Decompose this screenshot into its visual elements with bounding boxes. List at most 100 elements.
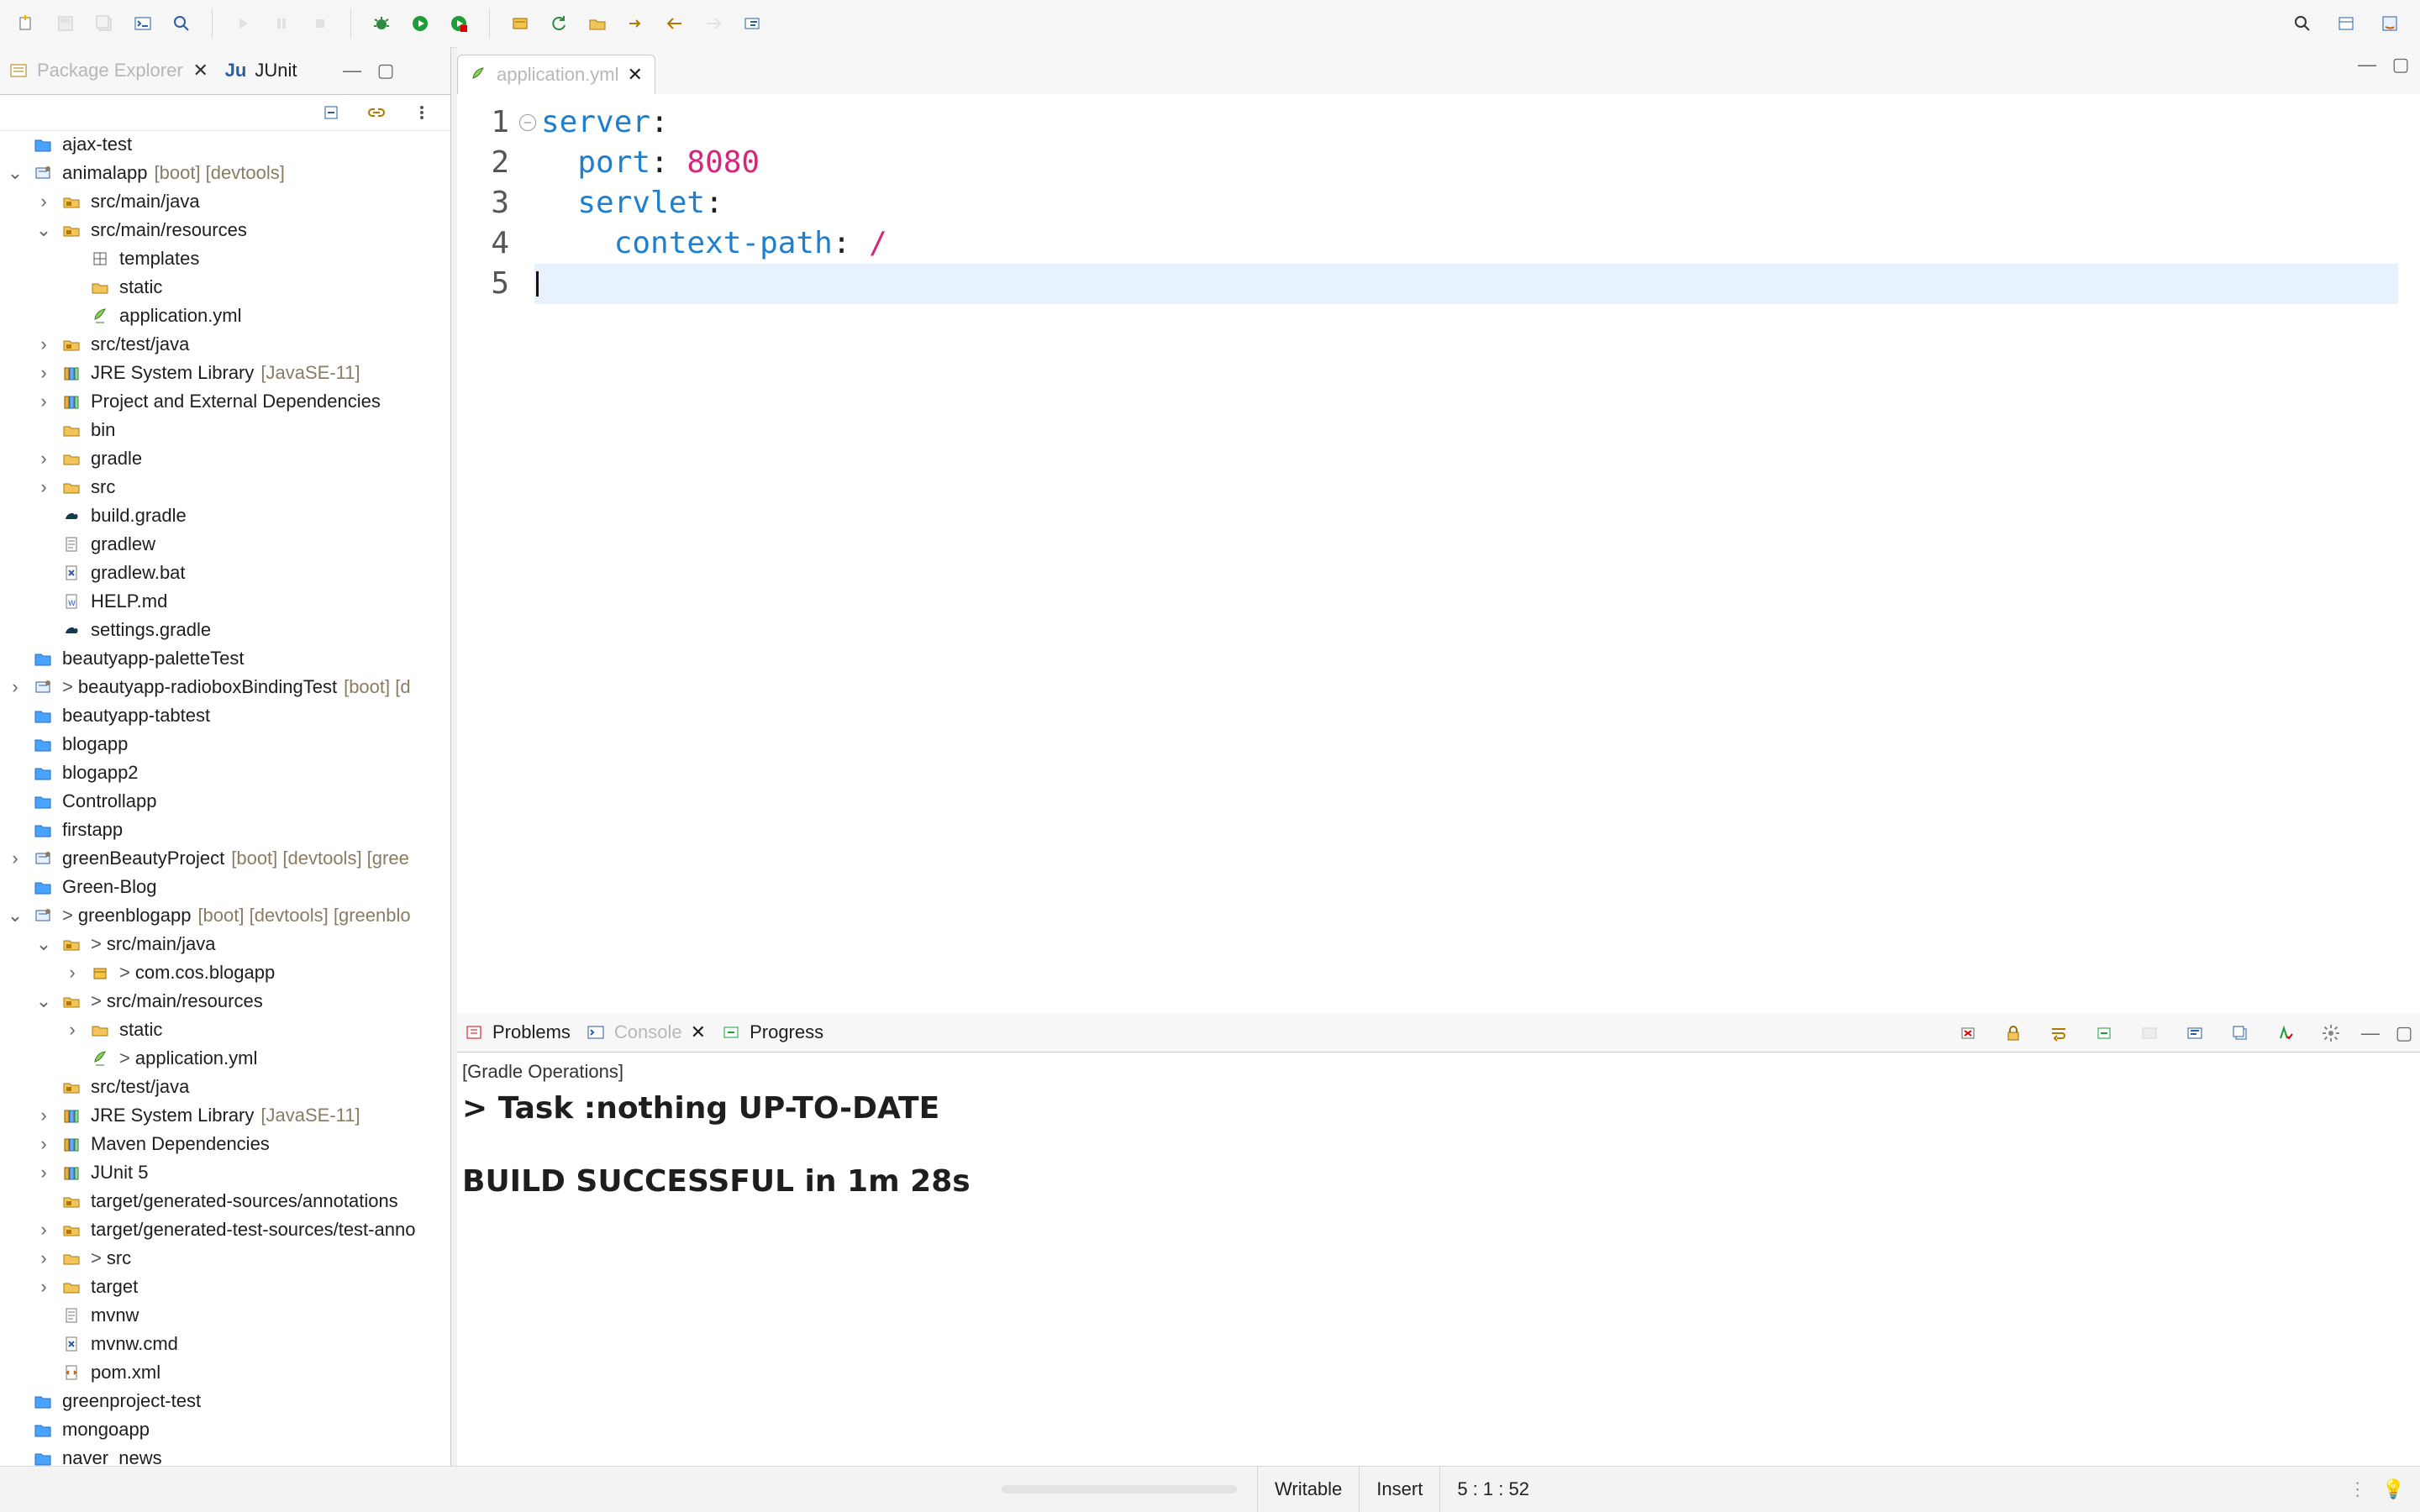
tree-row[interactable]: application.yml bbox=[5, 302, 450, 330]
tree-row[interactable]: › JRE System Library [JavaSE-11] bbox=[5, 359, 450, 387]
run-control-button[interactable] bbox=[228, 8, 258, 39]
open-type-button[interactable] bbox=[505, 8, 535, 39]
tree-row[interactable]: settings.gradle bbox=[5, 616, 450, 644]
chevron-right-icon[interactable]: › bbox=[34, 448, 54, 469]
chevron-down-icon[interactable]: ⌄ bbox=[34, 933, 54, 954]
tree-row[interactable]: pom.xml bbox=[5, 1358, 450, 1387]
open-folder-button[interactable] bbox=[582, 8, 613, 39]
code-editor[interactable]: 1– server: 2 port: 8080 3 servlet: 4 context… bbox=[457, 94, 2420, 1014]
tree-row[interactable]: gradlew bbox=[5, 530, 450, 559]
tree-row[interactable]: ⌄ src/main/resources bbox=[5, 216, 450, 244]
pin-button[interactable] bbox=[737, 8, 767, 39]
tree-row[interactable]: › greenBeautyProject [boot] [devtools] [gr… bbox=[5, 844, 450, 873]
tree-row[interactable]: bin bbox=[5, 416, 450, 444]
chevron-right-icon[interactable]: › bbox=[34, 476, 54, 497]
chevron-down-icon[interactable]: ⌄ bbox=[5, 162, 25, 183]
tree-row[interactable]: mvnw.cmd bbox=[5, 1330, 450, 1358]
chevron-right-icon[interactable]: › bbox=[34, 362, 54, 383]
tree-row[interactable]: ⌄ > greenblogapp [boot] [devtools] [greenbl… bbox=[5, 901, 450, 930]
run-with-options-button[interactable] bbox=[444, 8, 474, 39]
tree-row[interactable]: › target bbox=[5, 1273, 450, 1301]
tree-row[interactable]: beautyapp-tabtest bbox=[5, 701, 450, 730]
display-selected-console-button[interactable] bbox=[2134, 1018, 2165, 1048]
tree-row[interactable]: greenproject-test bbox=[5, 1387, 450, 1415]
perspective-button[interactable] bbox=[2331, 8, 2361, 39]
tree-row[interactable]: › > com.cos.blogapp bbox=[5, 958, 450, 987]
tree-row[interactable]: ⌄ > src/main/resources bbox=[5, 987, 450, 1016]
terminal-button[interactable] bbox=[128, 8, 158, 39]
chevron-right-icon[interactable]: › bbox=[34, 1219, 54, 1240]
forward-button[interactable] bbox=[698, 8, 729, 39]
scroll-lock-button[interactable] bbox=[1998, 1018, 2028, 1048]
tree-row[interactable]: templates bbox=[5, 244, 450, 273]
tree-row[interactable]: naver_news bbox=[5, 1444, 450, 1467]
tree-row[interactable]: W HELP.md bbox=[5, 587, 450, 616]
tree-row[interactable]: › JRE System Library [JavaSE-11] bbox=[5, 1101, 450, 1130]
copy-button[interactable] bbox=[2225, 1018, 2255, 1048]
tree-row[interactable]: mongoapp bbox=[5, 1415, 450, 1444]
tree-row[interactable]: › JUnit 5 bbox=[5, 1158, 450, 1187]
tree-row[interactable]: gradlew.bat bbox=[5, 559, 450, 587]
chevron-right-icon[interactable]: › bbox=[34, 1162, 54, 1183]
chevron-right-icon[interactable]: › bbox=[34, 1247, 54, 1268]
tree-row[interactable]: › target/generated-test-sources/test-anno bbox=[5, 1215, 450, 1244]
tab-problems[interactable]: Problems bbox=[464, 1021, 571, 1043]
run-button[interactable] bbox=[405, 8, 435, 39]
navigate-button[interactable] bbox=[621, 8, 651, 39]
tree-row[interactable]: › src/test/java bbox=[5, 330, 450, 359]
chevron-down-icon[interactable]: ⌄ bbox=[34, 219, 54, 240]
chevron-right-icon[interactable]: › bbox=[34, 391, 54, 412]
chevron-down-icon[interactable]: ⌄ bbox=[5, 905, 25, 926]
console-output[interactable]: [Gradle Operations] > Task :nothing UP-T… bbox=[457, 1053, 2420, 1199]
tree-row[interactable]: ⌄ > src/main/java bbox=[5, 930, 450, 958]
tree-row[interactable]: › src/main/java bbox=[5, 187, 450, 216]
chevron-right-icon[interactable]: › bbox=[34, 1133, 54, 1154]
tree-row[interactable]: ⌄ animalapp [boot] [devtools] bbox=[5, 159, 450, 187]
refresh-button[interactable] bbox=[544, 8, 574, 39]
search-tool-button[interactable] bbox=[166, 8, 197, 39]
close-icon[interactable]: ✕ bbox=[192, 60, 210, 81]
new-button[interactable] bbox=[12, 8, 42, 39]
tab-junit[interactable]: Ju JUnit bbox=[225, 60, 297, 81]
tab-console[interactable]: Console ✕ bbox=[586, 1021, 706, 1043]
global-search-button[interactable] bbox=[2287, 8, 2317, 39]
minimize-bottom-icon[interactable]: — bbox=[2361, 1022, 2380, 1043]
tree-row[interactable]: › > beautyapp-radioboxBindingTest [boot] [d bbox=[5, 673, 450, 701]
chevron-right-icon[interactable]: › bbox=[62, 1019, 82, 1040]
java-perspective-button[interactable] bbox=[2375, 8, 2405, 39]
tree-row[interactable]: › Maven Dependencies bbox=[5, 1130, 450, 1158]
tree-row[interactable]: › src bbox=[5, 473, 450, 501]
save-all-button[interactable] bbox=[89, 8, 119, 39]
fold-toggle-icon[interactable]: – bbox=[519, 114, 536, 131]
maximize-bottom-icon[interactable]: ▢ bbox=[2395, 1022, 2413, 1043]
minimize-icon[interactable]: — bbox=[343, 60, 361, 81]
chevron-right-icon[interactable]: › bbox=[34, 191, 54, 212]
tree-row[interactable]: build.gradle bbox=[5, 501, 450, 530]
minimize-editor-icon[interactable]: — bbox=[2358, 54, 2376, 75]
pause-button[interactable] bbox=[266, 8, 297, 39]
tree-row[interactable]: firstapp bbox=[5, 816, 450, 844]
tree-row[interactable]: blogapp bbox=[5, 730, 450, 759]
editor-tab-application-yml[interactable]: application.yml ✕ bbox=[457, 55, 655, 94]
tree-row[interactable]: › Project and External Dependencies bbox=[5, 387, 450, 416]
tree-row[interactable]: beautyapp-paletteTest bbox=[5, 644, 450, 673]
tree-row[interactable]: > application.yml bbox=[5, 1044, 450, 1073]
back-button[interactable] bbox=[660, 8, 690, 39]
close-icon[interactable]: ✕ bbox=[628, 64, 643, 86]
tree-row[interactable]: mvnw bbox=[5, 1301, 450, 1330]
pin-console-button[interactable] bbox=[2089, 1018, 2119, 1048]
chevron-right-icon[interactable]: › bbox=[5, 848, 25, 869]
collapse-all-button[interactable] bbox=[316, 97, 346, 128]
tree-row[interactable]: ajax-test bbox=[5, 130, 450, 159]
chevron-right-icon[interactable]: › bbox=[34, 1105, 54, 1126]
save-button[interactable] bbox=[50, 8, 81, 39]
tree-row[interactable]: › static bbox=[5, 1016, 450, 1044]
tab-progress[interactable]: Progress bbox=[721, 1021, 823, 1043]
tree-row[interactable]: src/test/java bbox=[5, 1073, 450, 1101]
clear-console-button[interactable] bbox=[1953, 1018, 1983, 1048]
link-with-editor-button[interactable] bbox=[361, 97, 392, 128]
chevron-down-icon[interactable]: ⌄ bbox=[34, 990, 54, 1011]
tree-row[interactable]: Green-Blog bbox=[5, 873, 450, 901]
maximize-icon[interactable]: ▢ bbox=[376, 60, 395, 81]
chevron-right-icon[interactable]: › bbox=[34, 1276, 54, 1297]
